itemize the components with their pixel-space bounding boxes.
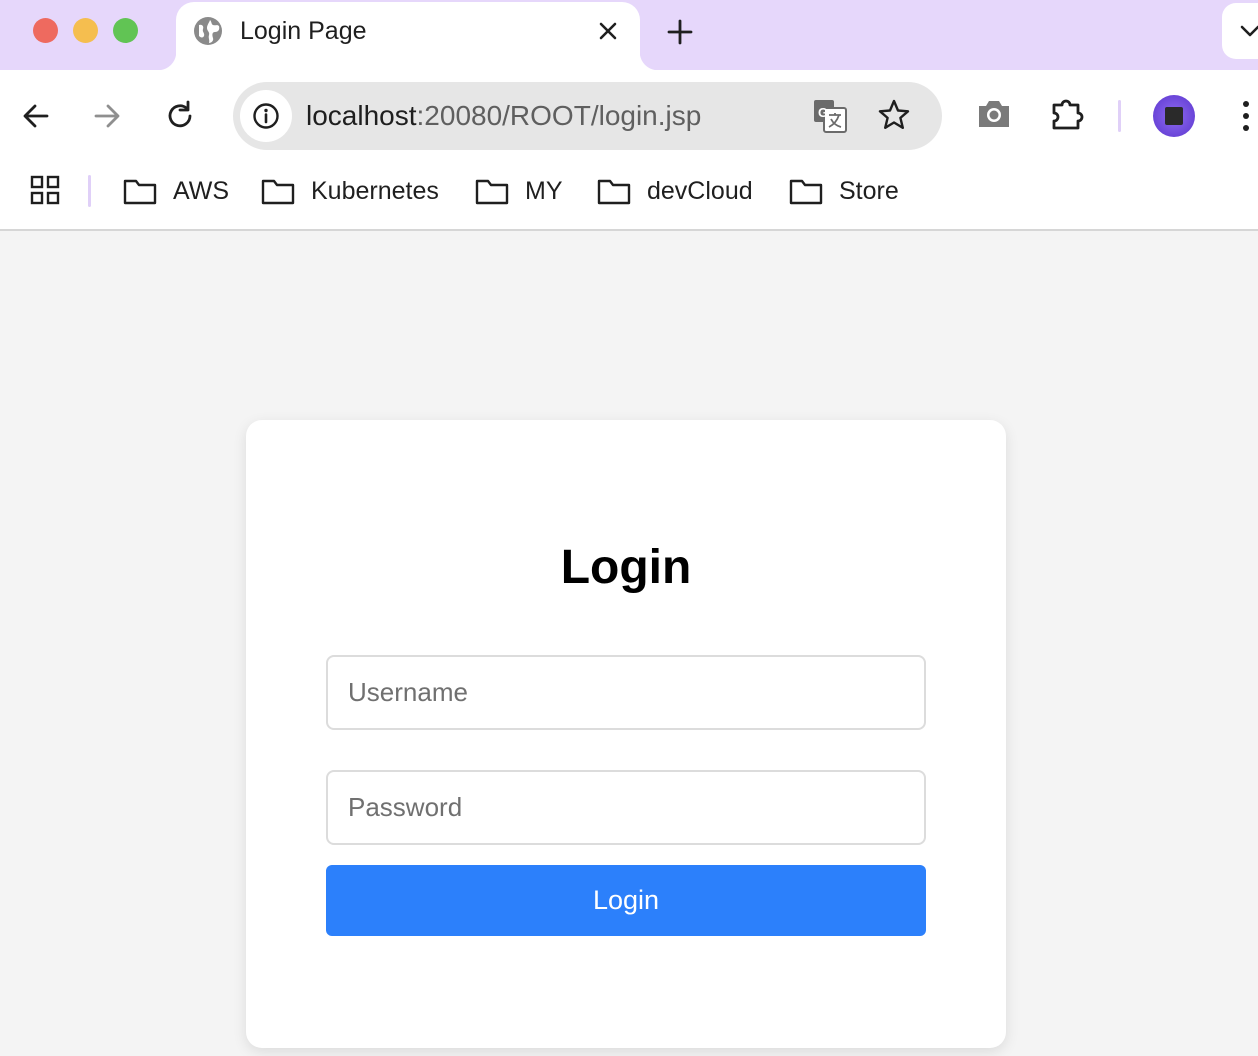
info-icon[interactable] (240, 90, 292, 142)
address-bar[interactable]: localhost:20080/ROOT/login.jsp G (233, 82, 942, 150)
plus-icon[interactable] (664, 16, 696, 48)
tab-strip: Login Page (0, 0, 1258, 70)
minimize-window-button[interactable] (73, 18, 98, 43)
globe-icon (193, 16, 223, 46)
camera-icon[interactable] (974, 96, 1014, 137)
bookmark-my[interactable]: MY (475, 174, 563, 208)
chevron-down-icon (1240, 25, 1258, 37)
svg-text:G: G (818, 105, 828, 120)
bookmark-devcloud[interactable]: devCloud (597, 174, 753, 208)
chip-icon (1165, 107, 1183, 125)
reload-icon[interactable] (160, 96, 200, 136)
folder-icon (789, 179, 823, 205)
login-title: Login (560, 541, 692, 594)
bookmark-label: devCloud (647, 176, 753, 205)
login-card: Login Login (246, 420, 1006, 1048)
translate-icon[interactable]: G (812, 98, 848, 139)
folder-icon (475, 179, 509, 205)
bookmark-store[interactable]: Store (789, 174, 899, 208)
extensions-icon[interactable] (1048, 94, 1088, 139)
tab-search-button[interactable] (1222, 3, 1258, 59)
folder-icon (597, 179, 631, 205)
tab-title: Login Page (240, 17, 367, 45)
bookmark-label: MY (525, 176, 563, 205)
close-window-button[interactable] (33, 18, 58, 43)
tab-login-page[interactable]: Login Page (158, 2, 658, 70)
bookmark-label: AWS (173, 176, 230, 205)
back-arrow-icon[interactable] (16, 96, 56, 136)
folder-icon (261, 179, 295, 205)
url-text[interactable]: localhost:20080/ROOT/login.jsp (306, 100, 701, 132)
folder-icon (123, 179, 157, 205)
close-icon[interactable] (594, 17, 622, 45)
forward-arrow-icon[interactable] (87, 96, 127, 136)
bookmark-kubernetes[interactable]: Kubernetes (261, 174, 439, 208)
bookmark-aws[interactable]: AWS (123, 174, 229, 208)
login-button[interactable]: Login (326, 865, 926, 936)
url-host: localhost (306, 100, 417, 131)
password-input[interactable] (326, 770, 926, 845)
browser-toolbar: localhost:20080/ROOT/login.jsp G (0, 70, 1258, 162)
more-vert-icon[interactable] (1236, 98, 1256, 139)
url-path: :20080/ROOT/login.jsp (416, 100, 702, 131)
toolbar-divider (1118, 100, 1121, 132)
maximize-window-button[interactable] (113, 18, 138, 43)
avatar[interactable] (1153, 95, 1195, 137)
bookmarks-divider (88, 175, 91, 207)
bookmark-label: Store (839, 176, 899, 205)
apps-grid-icon[interactable] (30, 175, 60, 210)
star-icon[interactable] (877, 98, 911, 137)
bookmarks-bar: AWS Kubernetes MY devCloud Store (0, 162, 1258, 231)
bookmark-label: Kubernetes (311, 176, 439, 205)
username-input[interactable] (326, 655, 926, 730)
